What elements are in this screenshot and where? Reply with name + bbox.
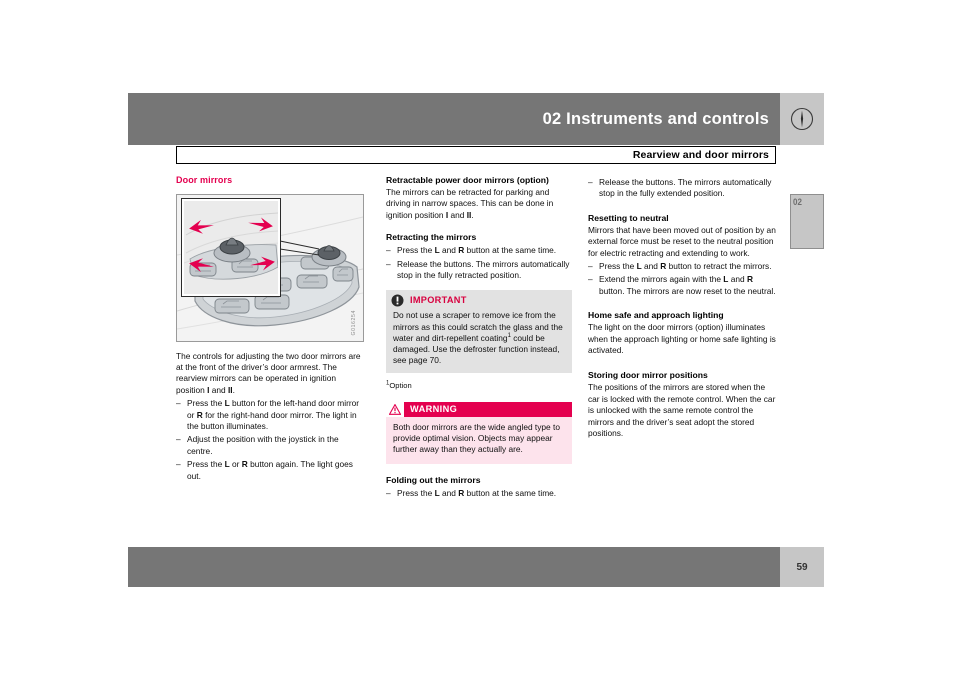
footnote-option: 1Option — [386, 380, 572, 392]
door-mirror-controls-figure: G016254 — [176, 193, 364, 342]
joystick-arrows-diagram — [184, 200, 278, 294]
page-number: 59 — [780, 547, 824, 587]
door-mirrors-steps: Press the L button for the left-hand doo… — [176, 398, 366, 482]
column-three: Release the buttons. The mirrors automat… — [588, 175, 776, 440]
important-callout: IMPORTANT Do not use a scraper to remove… — [386, 290, 572, 374]
list-item: Press the L and R button at the same tim… — [386, 245, 572, 257]
list-item: Release the buttons. The mirrors automat… — [588, 177, 776, 200]
warning-body: Both door mirrors are the wide angled ty… — [393, 421, 560, 455]
retracting-mirrors-heading: Retracting the mirrors — [386, 232, 477, 243]
list-item: Press the L button for the left-hand doo… — [176, 398, 366, 432]
warning-callout: WARNING Both door mirrors are the wide a… — [386, 401, 572, 464]
warning-label: WARNING — [404, 401, 572, 417]
door-mirrors-heading: Door mirrors — [176, 175, 233, 185]
chapter-tab: 02 — [790, 194, 824, 249]
page-footer-bar — [128, 547, 780, 587]
list-item: Release the buttons. The mirrors automat… — [386, 259, 572, 282]
folding-out-steps: Press the L and R button at the same tim… — [386, 488, 572, 500]
list-item: Press the L and R button to retract the … — [588, 261, 776, 273]
important-body: Do not use a scraper to remove ice from … — [393, 310, 563, 366]
page-header-bar: 02 Instruments and controls — [128, 93, 780, 145]
manual-page: 02 Instruments and controls Rearview and… — [0, 0, 954, 675]
list-item: Extend the mirrors again with the L and … — [588, 274, 776, 297]
folding-out-heading: Folding out the mirrors — [386, 474, 481, 485]
warning-icon-container — [386, 401, 404, 417]
retracting-mirrors-steps: Press the L and R button at the same tim… — [386, 245, 572, 281]
storing-positions-heading: Storing door mirror positions — [588, 370, 708, 381]
retractable-mirrors-heading: Retractable power door mirrors (option) — [386, 175, 549, 185]
home-safe-lighting-para: The light on the door mirrors (option) i… — [588, 322, 776, 356]
section-title: Rearview and door mirrors — [632, 149, 769, 161]
door-mirrors-intro: The controls for adjusting the two door … — [176, 350, 361, 395]
figure-code: G016254 — [350, 309, 357, 336]
important-header: IMPORTANT — [386, 290, 572, 310]
warning-header: WARNING — [386, 401, 572, 417]
header-icon-container — [780, 93, 824, 145]
list-item: Adjust the position with the joystick in… — [176, 434, 366, 457]
important-label: IMPORTANT — [410, 295, 467, 306]
retractable-mirrors-para: The mirrors can be retracted for parking… — [386, 187, 554, 220]
section-title-bar: Rearview and door mirrors — [176, 146, 776, 164]
column-two: Retractable power door mirrors (option) … — [386, 175, 572, 501]
resetting-neutral-heading: Resetting to neutral — [588, 212, 669, 223]
extending-mirrors-steps: Release the buttons. The mirrors automat… — [588, 177, 776, 200]
warning-triangle-icon — [389, 403, 401, 415]
footnote-text: Option — [389, 381, 412, 391]
home-safe-lighting-heading: Home safe and approach lighting — [588, 310, 724, 321]
instrument-dial-icon — [790, 107, 814, 131]
column-one: Door mirrors G016254 The controls for ad… — [176, 175, 366, 484]
chapter-tab-number: 02 — [793, 197, 802, 208]
page-title: 02 Instruments and controls — [542, 109, 769, 128]
resetting-neutral-para: Mirrors that have been moved out of posi… — [588, 224, 776, 258]
list-item: Press the L and R button at the same tim… — [386, 488, 572, 500]
storing-positions-para: The positions of the mirrors are stored … — [588, 382, 776, 439]
exclamation-circle-icon — [391, 294, 404, 307]
joystick-inset-detail — [181, 197, 281, 297]
resetting-neutral-steps: Press the L and R button to retract the … — [588, 261, 776, 297]
list-item: Press the L or R button again. The light… — [176, 459, 366, 482]
